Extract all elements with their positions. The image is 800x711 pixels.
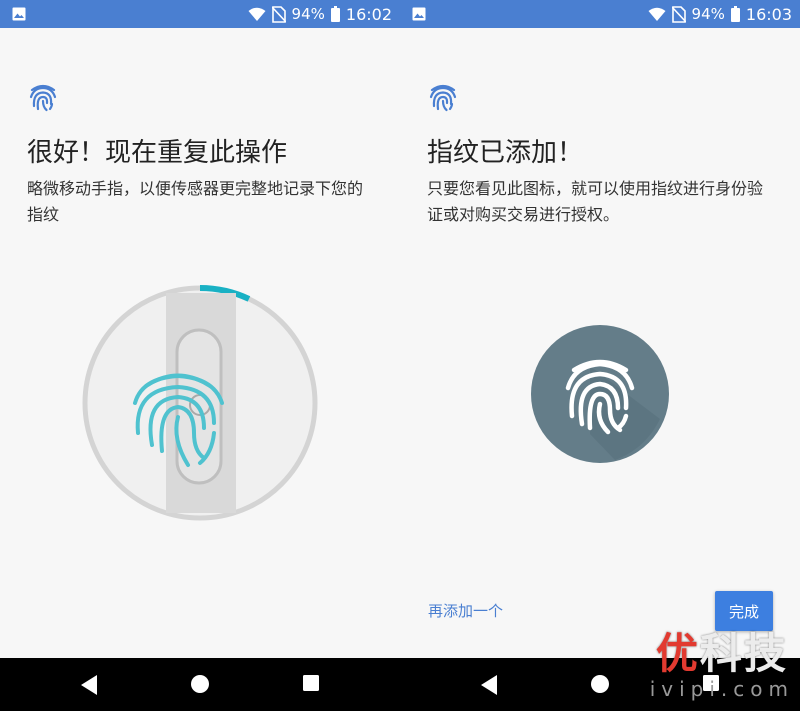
watermark-logo: 优科技 ivipi.com xyxy=(649,629,794,701)
page-subtitle: 只要您看见此图标，就可以使用指纹进行身份验证或对购买交易进行授权。 xyxy=(427,179,764,224)
page-title: 指纹已添加！ xyxy=(427,138,584,168)
image-icon xyxy=(12,7,26,21)
fingerprint-icon xyxy=(429,84,457,112)
no-sim-icon xyxy=(271,5,286,23)
home-icon[interactable] xyxy=(190,674,210,694)
battery-icon xyxy=(330,6,340,22)
phone-illustration xyxy=(166,293,236,513)
home-icon[interactable] xyxy=(590,674,610,694)
battery-icon xyxy=(730,6,740,22)
navigation-bar xyxy=(0,658,400,711)
watermark-url: ivipi.com xyxy=(649,677,794,701)
recents-icon[interactable] xyxy=(302,674,320,692)
status-bar: 94% 16:02 xyxy=(0,0,400,28)
enrollment-progress-ring xyxy=(82,285,318,521)
fingerprint-icon xyxy=(29,84,57,112)
page-subtitle: 略微移动手指，以便传感器更完整地记录下您的指纹 xyxy=(27,179,364,224)
back-icon[interactable] xyxy=(79,674,99,696)
battery-percent: 94% xyxy=(691,5,725,23)
page-title: 很好！现在重复此操作 xyxy=(27,138,288,168)
enrollment-screen-repeat: 94% 16:02 很好！现在重复此操作 略微移动手指，以便传感器更完整地记录下… xyxy=(0,0,400,711)
image-icon xyxy=(412,7,426,21)
done-button[interactable]: 完成 xyxy=(715,591,773,631)
status-bar: 94% 16:03 xyxy=(400,0,800,28)
wifi-icon xyxy=(248,7,266,21)
watermark-char: 优 xyxy=(655,629,700,678)
status-time: 16:03 xyxy=(745,4,792,24)
no-sim-icon xyxy=(671,5,686,23)
add-another-button[interactable]: 再添加一个 xyxy=(428,600,503,621)
watermark-text: 科技 xyxy=(699,629,788,678)
enrollment-screen-done: 94% 16:03 指纹已添加！ 只要您看见此图标，就可以使用指纹进行身份验证或… xyxy=(400,0,800,711)
battery-percent: 94% xyxy=(291,5,325,23)
status-time: 16:02 xyxy=(345,4,392,24)
fingerprint-icon xyxy=(531,325,669,463)
wifi-icon xyxy=(648,7,666,21)
back-icon[interactable] xyxy=(479,674,499,696)
